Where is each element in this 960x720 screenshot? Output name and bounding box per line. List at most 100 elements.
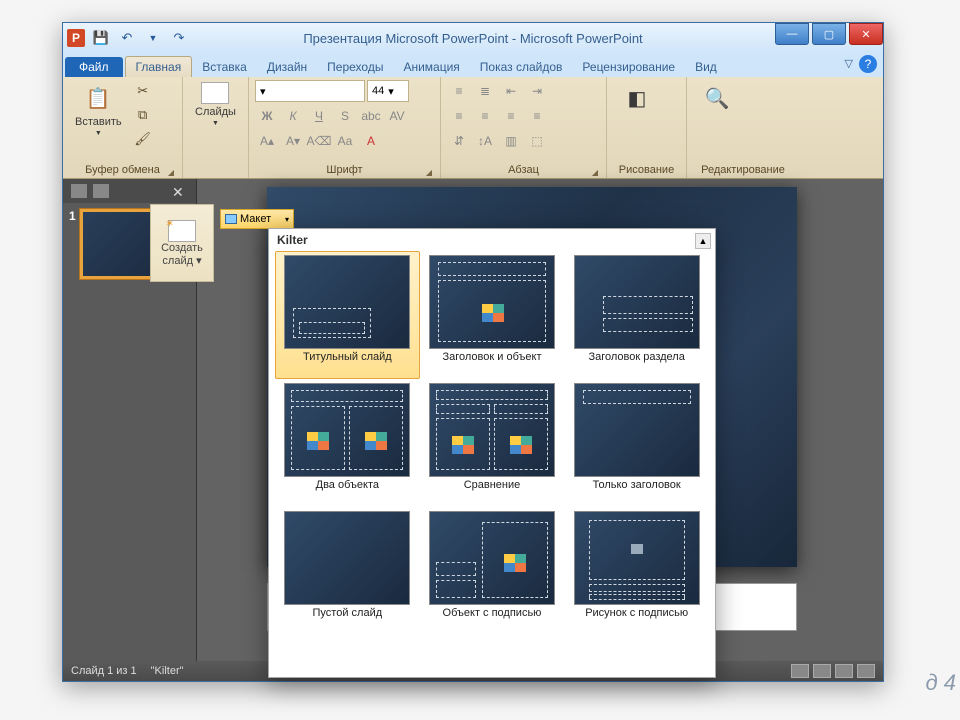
- strike-button[interactable]: abc: [359, 105, 383, 127]
- tab-review[interactable]: Рецензирование: [572, 57, 685, 77]
- format-painter-button[interactable]: 🖌: [132, 128, 154, 150]
- font-size-combo[interactable]: 44▾: [367, 80, 409, 102]
- ribbon-tabs: Файл Главная Вставка Дизайн Переходы Ани…: [63, 53, 883, 77]
- slides-gallery-button[interactable]: Слайды ▼: [189, 80, 242, 129]
- drawing-button[interactable]: ◧: [613, 80, 661, 116]
- shrink-font-button[interactable]: A▾: [281, 130, 305, 152]
- new-slide-button[interactable]: ✶ Создать слайд ▾: [150, 204, 214, 282]
- bold-button[interactable]: Ж: [255, 105, 279, 127]
- tab-animations[interactable]: Анимация: [393, 57, 469, 77]
- line-spacing-button[interactable]: ⇵: [447, 130, 471, 152]
- undo-dropdown[interactable]: ▼: [143, 28, 163, 48]
- gallery-theme-name: Kilter: [269, 229, 715, 251]
- spacing-button[interactable]: AV: [385, 105, 409, 127]
- undo-button[interactable]: ↶: [117, 28, 137, 48]
- group-font-label: Шрифт◢: [255, 163, 434, 178]
- layout-label: Рисунок с подписью: [585, 605, 688, 631]
- gallery-scroll-up[interactable]: ▲: [695, 233, 711, 249]
- font-launcher[interactable]: ◢: [426, 168, 432, 177]
- layout-label: Титульный слайд: [303, 349, 392, 375]
- smartart-button[interactable]: ⬚: [525, 130, 549, 152]
- layout-label: Пустой слайд: [313, 605, 383, 631]
- paste-button[interactable]: 📋 Вставить ▼: [69, 80, 128, 139]
- app-icon: P: [67, 29, 85, 47]
- bullets-button[interactable]: ≡: [447, 80, 471, 102]
- quick-access-toolbar: 💾 ↶ ▼ ↷: [91, 28, 189, 48]
- increase-indent-button[interactable]: ⇥: [525, 80, 549, 102]
- editing-button[interactable]: 🔍: [693, 80, 741, 116]
- layout-content-caption[interactable]: Объект с подписью: [420, 507, 565, 635]
- thumbnail-number: 1: [69, 209, 76, 279]
- tab-view[interactable]: Вид: [685, 57, 727, 77]
- new-slide-label-2: слайд ▾: [162, 254, 201, 267]
- minimize-button[interactable]: —: [775, 23, 809, 45]
- tab-home[interactable]: Главная: [125, 56, 193, 77]
- reading-view-button[interactable]: [835, 664, 853, 678]
- save-button[interactable]: 💾: [91, 28, 111, 48]
- group-paragraph-label: Абзац◢: [447, 163, 600, 178]
- layout-label: Объект с подписью: [443, 605, 542, 631]
- change-case-button[interactable]: Aa: [333, 130, 357, 152]
- status-theme: "Kilter": [151, 665, 184, 677]
- layout-comparison[interactable]: Сравнение: [420, 379, 565, 507]
- background-text: д 4: [925, 670, 956, 696]
- italic-button[interactable]: К: [281, 105, 305, 127]
- slideshow-view-button[interactable]: [857, 664, 875, 678]
- decrease-indent-button[interactable]: ⇤: [499, 80, 523, 102]
- normal-view-button[interactable]: [791, 664, 809, 678]
- numbering-button[interactable]: ≣: [473, 80, 497, 102]
- columns-button[interactable]: ▥: [499, 130, 523, 152]
- titlebar: P 💾 ↶ ▼ ↷ Презентация Microsoft PowerPoi…: [63, 23, 883, 53]
- slides-tab-icon[interactable]: [71, 184, 87, 198]
- minimize-ribbon-icon[interactable]: ▽: [845, 57, 853, 70]
- shadow-button[interactable]: S: [333, 105, 357, 127]
- layout-dropdown-button[interactable]: Макет ▾: [220, 209, 294, 229]
- font-family-combo[interactable]: ▾: [255, 80, 365, 102]
- justify-button[interactable]: ≡: [525, 105, 549, 127]
- clipboard-launcher[interactable]: ◢: [168, 168, 174, 177]
- layout-title-content[interactable]: Заголовок и объект: [420, 251, 565, 379]
- find-icon: 🔍: [701, 82, 733, 114]
- shapes-icon: ◧: [621, 82, 653, 114]
- status-slide: Слайд 1 из 1: [71, 665, 137, 677]
- group-editing-label: Редактирование: [693, 163, 793, 178]
- align-left-button[interactable]: ≡: [447, 105, 471, 127]
- layout-picture-caption[interactable]: Рисунок с подписью: [564, 507, 709, 635]
- layout-title-slide[interactable]: Титульный слайд: [275, 251, 420, 379]
- underline-button[interactable]: Ч: [307, 105, 331, 127]
- layout-blank[interactable]: Пустой слайд: [275, 507, 420, 635]
- close-pane-icon[interactable]: ✕: [172, 184, 188, 198]
- text-direction-button[interactable]: ↕A: [473, 130, 497, 152]
- layout-section-header[interactable]: Заголовок раздела: [564, 251, 709, 379]
- layout-label: Сравнение: [464, 477, 521, 503]
- group-clipboard-label: Буфер обмена◢: [69, 163, 176, 178]
- slides-label: Слайды: [195, 106, 236, 118]
- font-color-button[interactable]: A: [359, 130, 383, 152]
- help-button[interactable]: ?: [859, 55, 877, 73]
- window-controls: — ▢ ✕: [772, 23, 883, 45]
- copy-button[interactable]: ⧉: [132, 104, 154, 126]
- layout-title-only[interactable]: Только заголовок: [564, 379, 709, 507]
- paragraph-launcher[interactable]: ◢: [592, 168, 598, 177]
- outline-tab-icon[interactable]: [93, 184, 109, 198]
- maximize-button[interactable]: ▢: [812, 23, 846, 45]
- tab-file[interactable]: Файл: [65, 57, 123, 77]
- layout-icon: [225, 214, 237, 224]
- group-drawing-label: Рисование: [613, 163, 680, 178]
- sorter-view-button[interactable]: [813, 664, 831, 678]
- align-right-button[interactable]: ≡: [499, 105, 523, 127]
- layout-two-content[interactable]: Два объекта: [275, 379, 420, 507]
- chevron-down-icon: ▾: [285, 215, 289, 224]
- tab-insert[interactable]: Вставка: [192, 57, 257, 77]
- redo-button[interactable]: ↷: [169, 28, 189, 48]
- align-center-button[interactable]: ≡: [473, 105, 497, 127]
- cut-button[interactable]: ✂: [132, 80, 154, 102]
- tab-transitions[interactable]: Переходы: [317, 57, 393, 77]
- group-editing: 🔍 Редактирование: [687, 77, 799, 178]
- thumbnail-tabs: ✕: [63, 179, 196, 203]
- tab-design[interactable]: Дизайн: [257, 57, 317, 77]
- clear-format-button[interactable]: A⌫: [307, 130, 331, 152]
- grow-font-button[interactable]: A▴: [255, 130, 279, 152]
- close-button[interactable]: ✕: [849, 23, 883, 45]
- tab-slideshow[interactable]: Показ слайдов: [470, 57, 573, 77]
